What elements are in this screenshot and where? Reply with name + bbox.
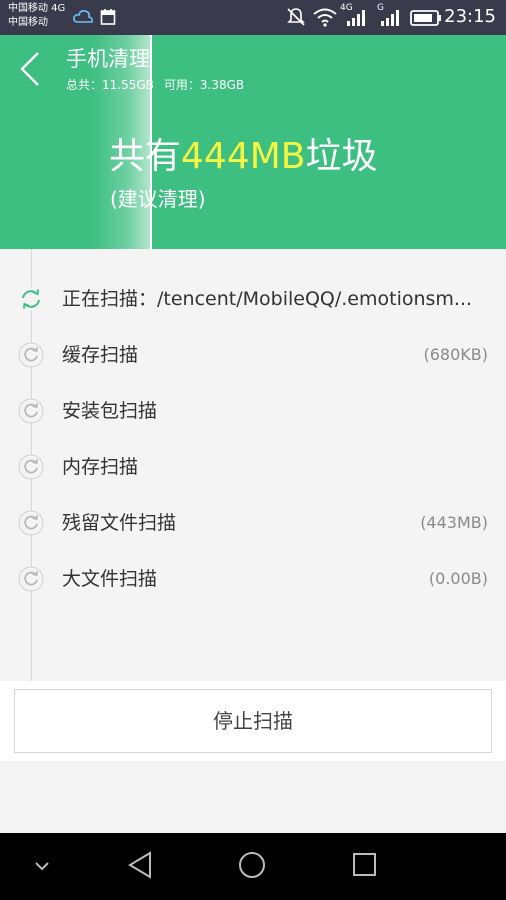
back-button[interactable] [14,49,50,89]
back-icon[interactable] [126,849,156,881]
weather-icon [73,10,93,23]
refresh-icon [18,398,44,424]
refresh-icon [18,566,44,592]
refresh-icon [18,454,44,480]
cleanup-suggestion: (建议清理) [110,187,206,211]
wifi-icon [313,8,337,27]
storage-total: 总共：11.55GB [66,78,154,92]
carrier-info: 中国移动 4G 中国移动 [8,2,65,30]
cleanup-header: 手机清理 总共：11.55GB 可用：3.38GB 共有444MB垃圾 (建议清理… [0,35,506,249]
scan-path: /tencent/MobileQQ/.emotionsm... [157,288,473,310]
sync-icon [19,287,43,311]
storage-info: 总共：11.55GB 可用：3.38GB [66,77,254,93]
home-icon[interactable] [236,849,268,881]
scan-item-label: 残留文件扫描 [62,512,177,534]
mute-icon [287,8,305,26]
refresh-icon [18,342,44,368]
junk-prefix: 共有 [109,136,182,177]
nav-bar [0,833,506,900]
storage-free: 可用：3.38GB [163,78,245,92]
button-area: 停止扫描 [0,681,506,761]
scan-item-large-files: 大文件扫描 (0.00B) [0,551,506,607]
battery-icon [410,10,441,26]
scan-item-cache: 缓存扫描 (680KB) [0,327,506,383]
carrier-1: 中国移动 4G [8,3,66,14]
junk-summary: 共有444MB垃圾 [109,133,378,181]
carrier-2: 中国移动 [8,17,48,28]
signal-icon [381,10,399,26]
scan-item-residual: 残留文件扫描 (443MB) [0,495,506,551]
scan-item-label: 缓存扫描 [62,344,139,366]
status-bar: 中国移动 4G 中国移动 4G G 23:15 [0,0,506,35]
scan-item-apk: 安装包扫描 [0,383,506,439]
scan-item-label: 大文件扫描 [62,568,158,590]
scan-item-label: 安装包扫描 [62,400,158,422]
scan-item-current: 正在扫描：/tencent/MobileQQ/.emotionsm... [0,271,506,327]
scan-item-size: (443MB) [420,513,488,532]
scan-list: 正在扫描：/tencent/MobileQQ/.emotionsm... 缓存扫… [0,249,506,681]
collapse-icon[interactable] [30,857,54,877]
scan-item-size: (0.00B) [428,569,488,588]
scan-item-label: 内存扫描 [62,456,139,478]
junk-suffix: 垃圾 [305,136,378,177]
chevron-left-icon [20,52,39,86]
scan-item-size: (680KB) [423,345,489,364]
stop-scan-button[interactable]: 停止扫描 [14,689,492,753]
scan-item-memory: 内存扫描 [0,439,506,495]
signal-icon [347,10,365,26]
calendar-icon [100,9,116,25]
scan-item-label: 正在扫描：/tencent/MobileQQ/.emotionsm... [62,285,472,313]
refresh-icon [18,510,44,536]
page-title: 手机清理 [66,47,150,71]
junk-amount: 444MB [181,136,306,177]
recents-icon[interactable] [350,849,380,881]
clock: 23:15 [444,6,496,27]
